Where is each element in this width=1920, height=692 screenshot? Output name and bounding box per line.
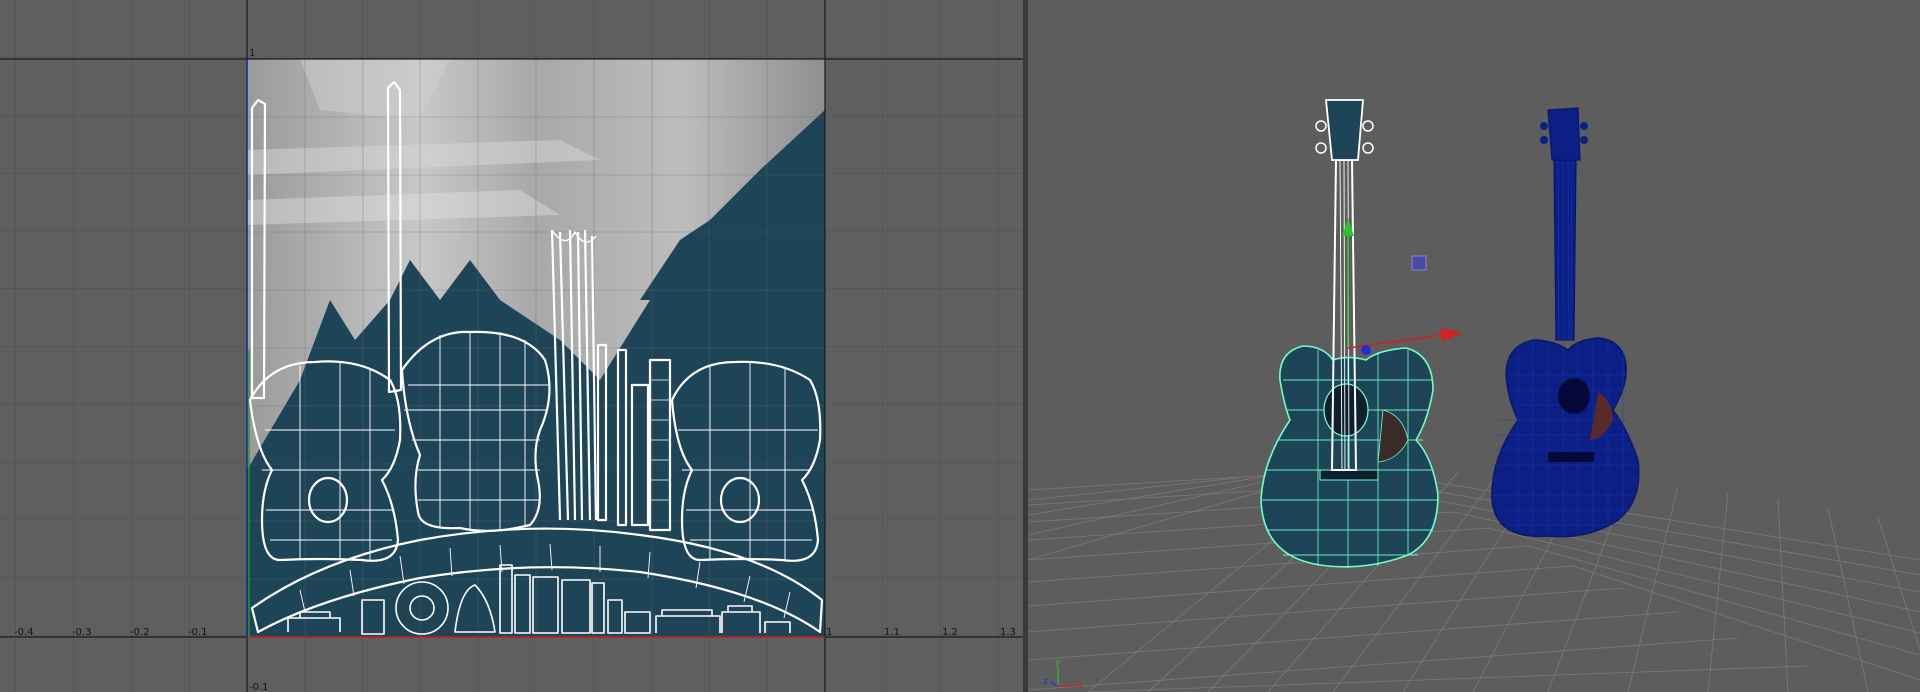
axis-gizmo: x y z	[1043, 657, 1084, 691]
perspective-viewport[interactable]: x y z	[1028, 0, 1920, 692]
axis-label: 1.1	[884, 627, 900, 638]
uv-editor-panel[interactable]: 1 -0.1 -0.4 -0.3 -0.2 -0.1 1 1.1 1.2 1.3	[0, 0, 1023, 692]
uv-top-label: 1	[249, 48, 255, 59]
manipulator-plane-handle	[1411, 255, 1427, 271]
guitar-unselected[interactable]	[1491, 107, 1640, 538]
guitar-selected[interactable]	[1260, 99, 1439, 568]
manipulator-x-arrow	[1440, 328, 1462, 342]
axis-label: -0.4	[14, 627, 34, 638]
uv-bottom-label: -0.1	[249, 682, 269, 692]
move-manipulator[interactable]	[1342, 218, 1462, 355]
axis-label: -0.2	[130, 627, 150, 638]
axis-label: 1	[826, 627, 832, 638]
perspective-canvas[interactable]: x y z	[1028, 0, 1920, 692]
axis-label: 1.3	[1000, 627, 1016, 638]
gizmo-x-label: x	[1078, 681, 1084, 691]
axis-label: -0.3	[72, 627, 92, 638]
manipulator-z-handle	[1361, 345, 1371, 355]
gizmo-z-label: z	[1043, 677, 1048, 687]
axis-label: 1.2	[942, 627, 958, 638]
axis-label: -0.1	[188, 627, 208, 638]
uv-editor-canvas[interactable]: 1 -0.1 -0.4 -0.3 -0.2 -0.1 1 1.1 1.2 1.3	[0, 0, 1023, 692]
gizmo-y-label: y	[1055, 657, 1061, 667]
ground-grid	[1028, 469, 1920, 692]
